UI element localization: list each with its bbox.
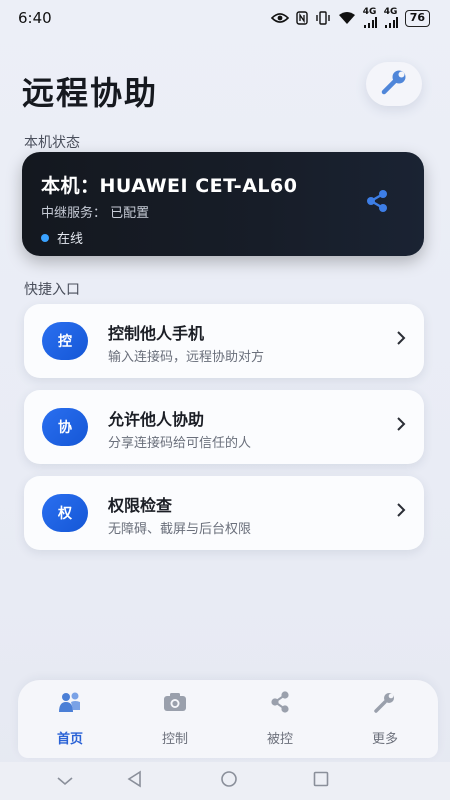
back-triangle-icon xyxy=(126,770,144,792)
wrench-icon xyxy=(379,67,409,101)
nav-collapse-button[interactable] xyxy=(54,770,76,792)
home-circle-icon xyxy=(220,770,238,792)
system-nav-bar xyxy=(0,762,450,800)
home-people-icon xyxy=(57,690,83,718)
nfc-icon xyxy=(295,11,308,25)
device-section-label: 本机状态 xyxy=(24,135,80,151)
entry-badge: 权 xyxy=(42,494,88,532)
entry-subtitle: 无障碍、截屏与后台权限 xyxy=(108,522,252,537)
page-title: 远程协助 xyxy=(22,74,159,112)
settings-button[interactable] xyxy=(366,62,422,106)
tab-controlled-label: 被控 xyxy=(266,732,293,747)
tab-more[interactable]: 更多 xyxy=(350,690,420,747)
status-bar: 6:40 4G 4G 76 xyxy=(0,0,450,36)
entry-title: 控制他人手机 xyxy=(108,324,205,343)
eye-icon xyxy=(270,12,289,24)
nav-back-button[interactable] xyxy=(124,770,146,792)
quick-section-label: 快捷入口 xyxy=(24,282,80,298)
nav-home-button[interactable] xyxy=(218,770,240,792)
wifi-icon xyxy=(338,11,356,25)
device-name: 本机：HUAWEI CET-AL60 xyxy=(41,175,298,197)
entry-permission-check[interactable]: 权 权限检查 无障碍、截屏与后台权限 xyxy=(24,476,424,550)
tab-control-label: 控制 xyxy=(161,732,188,747)
entry-title: 权限检查 xyxy=(108,496,173,515)
entry-subtitle: 分享连接码给可信任的人 xyxy=(108,436,252,451)
share-button[interactable] xyxy=(362,188,392,218)
net-label-2: 4G xyxy=(383,7,398,17)
camera-icon xyxy=(162,690,188,718)
entry-control-other-phone[interactable]: 控 控制他人手机 输入连接码，远程协助对方 xyxy=(24,304,424,378)
tab-control[interactable]: 控制 xyxy=(140,690,210,747)
entry-allow-assist[interactable]: 协 允许他人协助 分享连接码给可信任的人 xyxy=(24,390,424,464)
wrench-icon xyxy=(372,690,398,718)
signal-4g-icon: 4G xyxy=(363,7,377,29)
chevron-right-icon xyxy=(396,502,406,522)
recents-square-icon xyxy=(312,770,330,792)
status-time: 6:40 xyxy=(18,9,52,27)
tab-home[interactable]: 首页 xyxy=(35,690,105,747)
entry-title: 允许他人协助 xyxy=(108,410,205,429)
tab-more-label: 更多 xyxy=(371,732,398,747)
entry-badge: 协 xyxy=(42,408,88,446)
vibrate-icon xyxy=(315,11,331,25)
online-status: 在线 xyxy=(41,228,83,247)
tab-home-label: 首页 xyxy=(56,732,83,747)
tab-controlled[interactable]: 被控 xyxy=(245,690,315,747)
net-label-1: 4G xyxy=(362,7,377,17)
share-icon xyxy=(267,690,293,718)
online-status-label: 在线 xyxy=(57,232,84,247)
chevron-down-icon xyxy=(56,772,74,791)
status-icons: 4G 4G 76 xyxy=(270,7,430,29)
nav-recents-button[interactable] xyxy=(310,770,332,792)
relay-status: 中继服务： 已配置 xyxy=(41,206,150,221)
share-icon xyxy=(364,188,390,218)
entry-subtitle: 输入连接码，远程协助对方 xyxy=(108,350,265,365)
signal-4g-icon-2: 4G xyxy=(384,7,398,29)
device-status-card: 本机：HUAWEI CET-AL60 中继服务： 已配置 在线 xyxy=(22,152,424,256)
entry-badge: 控 xyxy=(42,322,88,360)
online-dot-icon xyxy=(41,233,49,242)
bottom-tab-bar: 首页 控制 被控 更多 xyxy=(18,680,438,758)
chevron-right-icon xyxy=(396,416,406,436)
chevron-right-icon xyxy=(396,330,406,350)
battery-indicator: 76 xyxy=(404,9,430,27)
